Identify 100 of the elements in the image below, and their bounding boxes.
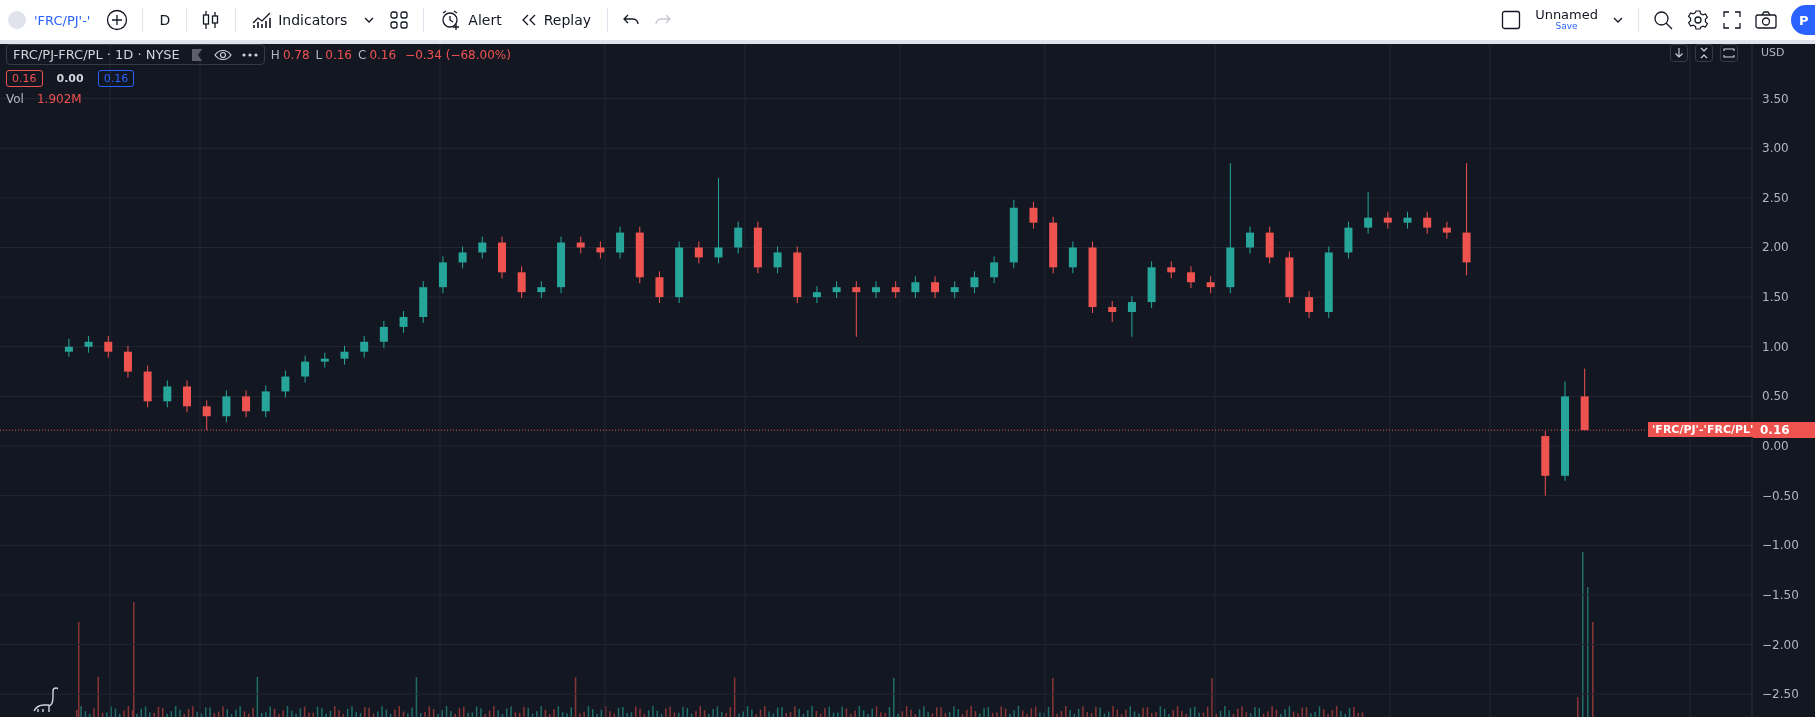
candlestick	[1580, 368, 1589, 431]
publish-button[interactable]: P	[1791, 5, 1815, 35]
candlestick	[970, 270, 979, 294]
candlestick	[340, 345, 349, 366]
price-tick-label: −2.00	[1762, 637, 1799, 652]
candlestick	[242, 389, 251, 418]
price-tick-label: −1.00	[1762, 538, 1799, 553]
candlestick	[1541, 430, 1550, 497]
price-tick-label: 1.00	[1762, 339, 1789, 354]
candlestick	[694, 241, 703, 264]
candlestick	[537, 280, 546, 299]
layout-grid-icon[interactable]	[389, 10, 410, 30]
alert-button[interactable]: Alert	[438, 5, 504, 35]
collapse-icon[interactable]	[1695, 44, 1713, 62]
symbol-title[interactable]: FRC/PJ-FRC/PL · 1D · NYSE	[13, 47, 180, 62]
candlestick	[419, 280, 428, 324]
candlestick	[931, 275, 940, 299]
candlestick	[872, 280, 880, 299]
candlestick	[84, 335, 93, 354]
candlestick	[753, 221, 762, 274]
price-tick-label: 2.00	[1762, 240, 1789, 255]
arrow-down-icon[interactable]	[1670, 44, 1688, 62]
candlestick	[1403, 211, 1412, 230]
candlestick	[675, 241, 684, 304]
price-tick-label: 0.50	[1762, 389, 1789, 404]
fit-icon[interactable]	[1720, 44, 1738, 62]
currency-label: USD	[1761, 46, 1785, 59]
candlestick	[990, 255, 999, 284]
symbol-logo-icon	[8, 11, 26, 29]
undo-icon[interactable]	[622, 13, 641, 27]
dinosaur-icon[interactable]	[32, 687, 58, 713]
eye-icon[interactable]	[213, 48, 232, 61]
price-tick-label: −0.50	[1762, 488, 1799, 503]
ohlc-value: 0.16	[369, 47, 397, 62]
price-tick-label: 3.00	[1762, 141, 1789, 156]
candlestick	[911, 275, 920, 299]
add-symbol-icon[interactable]	[106, 9, 129, 31]
candlestick	[360, 335, 369, 359]
ohlc-label: L	[315, 47, 323, 62]
layout-name[interactable]: Unnamed	[1535, 8, 1598, 23]
chart-icon[interactable]	[252, 11, 273, 29]
candlestick	[104, 335, 113, 359]
candlestick	[1108, 300, 1117, 323]
candlestick	[793, 246, 802, 304]
price-tick-label: 1.50	[1762, 290, 1789, 305]
candlestick	[655, 270, 664, 304]
candlestick	[596, 241, 605, 259]
caret-icon[interactable]	[363, 16, 376, 24]
replay-button[interactable]: Replay	[517, 8, 594, 32]
price-tick-label: 2.50	[1762, 190, 1789, 205]
candlestick	[379, 320, 388, 349]
candlestick	[202, 399, 211, 431]
candlestick	[1246, 226, 1254, 254]
bid-price-box: 0.16	[6, 70, 43, 87]
candlestick	[1206, 275, 1215, 294]
candlestick	[399, 310, 408, 334]
volume-value: 1.902M	[36, 92, 82, 106]
candlestick	[1029, 201, 1038, 230]
ohlc-value: 0.16	[325, 47, 352, 62]
candlestick	[183, 380, 191, 413]
price-tick-label: −1.50	[1762, 587, 1799, 602]
candlestick	[1186, 265, 1195, 289]
candlestick	[1265, 226, 1274, 264]
candlestick	[1364, 191, 1373, 235]
candlestick	[64, 338, 73, 358]
save-link[interactable]: Save	[1555, 22, 1578, 32]
symbol-title-box[interactable]: FRC/PJ-FRC/PL · 1D · NYSE	[6, 44, 265, 65]
candlestick	[832, 280, 841, 299]
candlestick	[1068, 241, 1077, 274]
fullscreen-icon[interactable]	[1723, 11, 1741, 29]
candlestick	[163, 380, 172, 408]
camera-icon[interactable]	[1755, 11, 1777, 29]
candlestick	[616, 226, 625, 259]
search-icon[interactable]	[1653, 10, 1673, 30]
volume-label: Vol	[6, 92, 24, 106]
caret-icon[interactable]	[1612, 16, 1624, 24]
candlestick	[1423, 211, 1432, 235]
candlestick	[320, 352, 329, 369]
more-icon[interactable]	[241, 52, 258, 57]
price-tick-label: 0.00	[1762, 439, 1789, 453]
candlestick	[143, 365, 152, 408]
interval-button[interactable]: D	[157, 8, 173, 32]
candlestick	[1383, 211, 1392, 230]
last-price-label: 0.16	[1753, 422, 1815, 439]
price-change: −0.34 (−68.00%)	[405, 47, 511, 62]
candlestick	[734, 221, 743, 254]
square-icon[interactable]	[1501, 10, 1522, 30]
candlestick	[852, 280, 861, 338]
candlestick	[301, 355, 310, 383]
symbol-button[interactable]: 'FRC/PJ'-'	[32, 8, 93, 32]
indicators-button[interactable]: Indicators	[250, 7, 350, 33]
flag-icon[interactable]	[189, 47, 204, 62]
settings-icon[interactable]	[1687, 9, 1709, 31]
candlestick	[557, 236, 566, 294]
candlestick	[281, 370, 290, 398]
candlestick	[1285, 250, 1294, 304]
candlestick	[458, 246, 467, 269]
candlestick	[576, 236, 585, 254]
candlestick	[812, 285, 821, 304]
candlestick	[1147, 260, 1156, 309]
